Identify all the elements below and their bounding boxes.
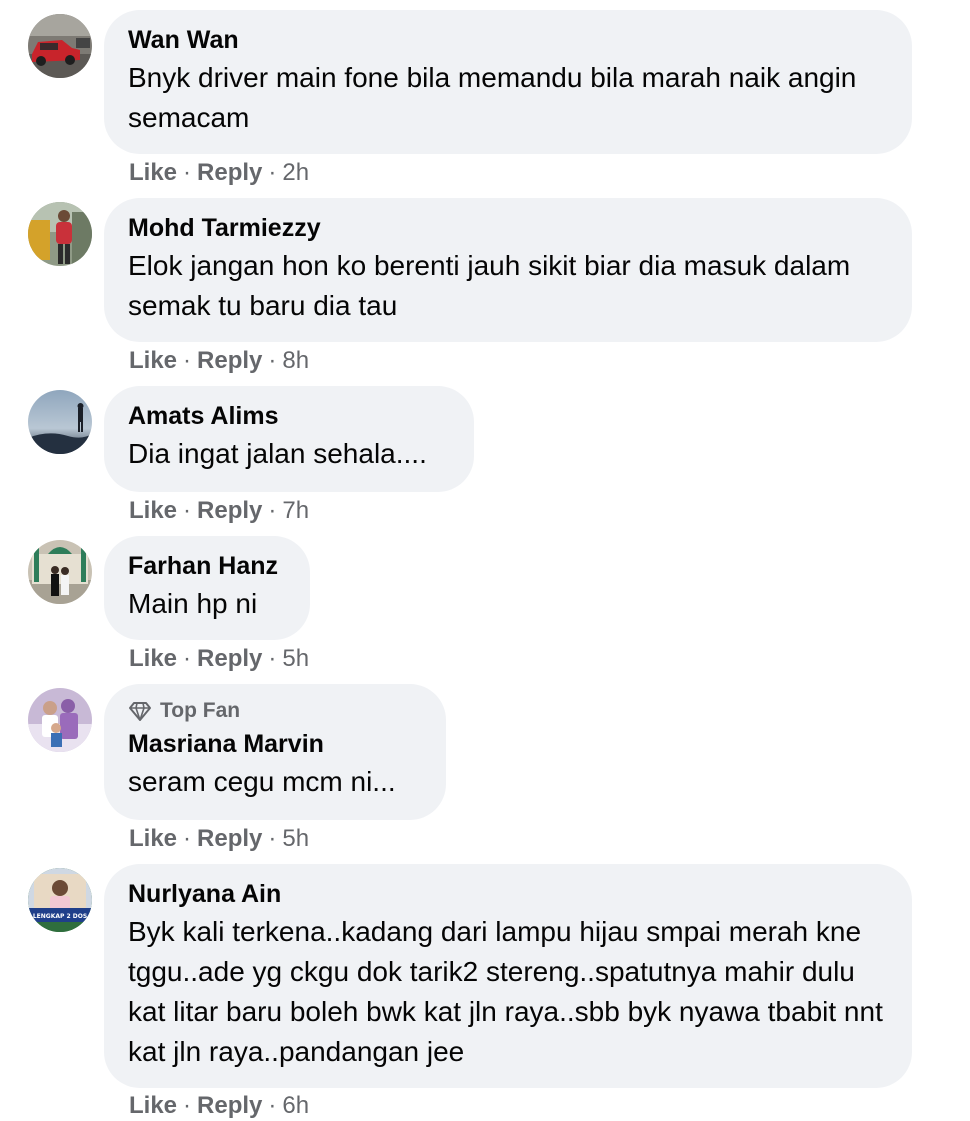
author-name[interactable]: Nurlyana Ain xyxy=(128,878,888,910)
comment-bubble: Farhan Hanz Main hp ni xyxy=(104,536,310,640)
avatar[interactable] xyxy=(28,390,92,454)
vaccine-frame-photo-avatar: LENGKAP 2 DOS xyxy=(28,868,92,932)
avatar-frame-text: LENGKAP 2 DOS xyxy=(33,913,87,920)
separator: · xyxy=(183,645,192,672)
comment-actions: Like · Reply · 6h xyxy=(129,1091,309,1121)
reply-button[interactable]: Reply xyxy=(197,825,262,852)
comment-bubble: Amats Alims Dia ingat jalan sehala.... xyxy=(104,386,474,492)
author-name[interactable]: Wan Wan xyxy=(128,24,888,56)
separator: · xyxy=(268,497,277,524)
avatar[interactable]: LENGKAP 2 DOS xyxy=(28,868,92,932)
like-button[interactable]: Like xyxy=(129,347,177,374)
comment-text: Byk kali terkena..kadang dari lampu hija… xyxy=(128,916,883,1067)
timestamp[interactable]: 6h xyxy=(282,1092,309,1119)
avatar[interactable] xyxy=(28,688,92,752)
like-button[interactable]: Like xyxy=(129,1092,177,1119)
separator: · xyxy=(183,159,192,186)
person-photo-avatar xyxy=(28,202,92,266)
comment-text: Elok jangan hon ko berenti jauh sikit bi… xyxy=(128,250,851,321)
avatar[interactable] xyxy=(28,14,92,78)
comment-actions: Like · Reply · 8h xyxy=(129,346,309,376)
like-button[interactable]: Like xyxy=(129,825,177,852)
timestamp[interactable]: 2h xyxy=(282,159,309,186)
separator: · xyxy=(268,645,277,672)
comment-bubble: Wan Wan Bnyk driver main fone bila meman… xyxy=(104,10,912,154)
car-photo-avatar xyxy=(28,14,92,78)
separator: · xyxy=(268,825,277,852)
comment-actions: Like · Reply · 5h xyxy=(129,824,309,854)
reply-button[interactable]: Reply xyxy=(197,1092,262,1119)
like-button[interactable]: Like xyxy=(129,497,177,524)
diamond-icon xyxy=(129,702,151,721)
comment-text: Dia ingat jalan sehala.... xyxy=(128,438,427,469)
separator: · xyxy=(183,1092,192,1119)
author-name[interactable]: Mohd Tarmiezzy xyxy=(128,212,888,244)
separator: · xyxy=(268,347,277,374)
author-name[interactable]: Masriana Marvin xyxy=(128,728,422,760)
separator: · xyxy=(183,497,192,524)
comment-text: seram cegu mcm ni... xyxy=(128,766,396,797)
reply-button[interactable]: Reply xyxy=(197,347,262,374)
comment-actions: Like · Reply · 2h xyxy=(129,158,309,188)
reply-button[interactable]: Reply xyxy=(197,645,262,672)
separator: · xyxy=(268,1092,277,1119)
timestamp[interactable]: 5h xyxy=(282,825,309,852)
author-name[interactable]: Amats Alims xyxy=(128,400,450,432)
avatar[interactable] xyxy=(28,202,92,266)
mosque-photo-avatar xyxy=(28,540,92,604)
reply-button[interactable]: Reply xyxy=(197,497,262,524)
comment-actions: Like · Reply · 7h xyxy=(129,496,309,526)
separator: · xyxy=(268,159,277,186)
sky-silhouette-photo-avatar xyxy=(28,390,92,454)
family-photo-avatar xyxy=(28,688,92,752)
comment-text: Bnyk driver main fone bila memandu bila … xyxy=(128,62,857,133)
like-button[interactable]: Like xyxy=(129,159,177,186)
badge-label: Top Fan xyxy=(160,699,241,722)
separator: · xyxy=(183,825,192,852)
reply-button[interactable]: Reply xyxy=(197,159,262,186)
comment-actions: Like · Reply · 5h xyxy=(129,644,309,674)
author-name[interactable]: Farhan Hanz xyxy=(128,550,286,582)
comment-text: Main hp ni xyxy=(128,588,258,619)
timestamp[interactable]: 5h xyxy=(282,645,309,672)
avatar[interactable] xyxy=(28,540,92,604)
top-fan-badge[interactable]: Top Fan xyxy=(128,698,422,724)
comment-bubble: Mohd Tarmiezzy Elok jangan hon ko berent… xyxy=(104,198,912,342)
comment-bubble: Top Fan Masriana Marvin seram cegu mcm n… xyxy=(104,684,446,820)
timestamp[interactable]: 7h xyxy=(282,497,309,524)
timestamp[interactable]: 8h xyxy=(282,347,309,374)
like-button[interactable]: Like xyxy=(129,645,177,672)
comment-bubble: Nurlyana Ain Byk kali terkena..kadang da… xyxy=(104,864,912,1088)
separator: · xyxy=(183,347,192,374)
